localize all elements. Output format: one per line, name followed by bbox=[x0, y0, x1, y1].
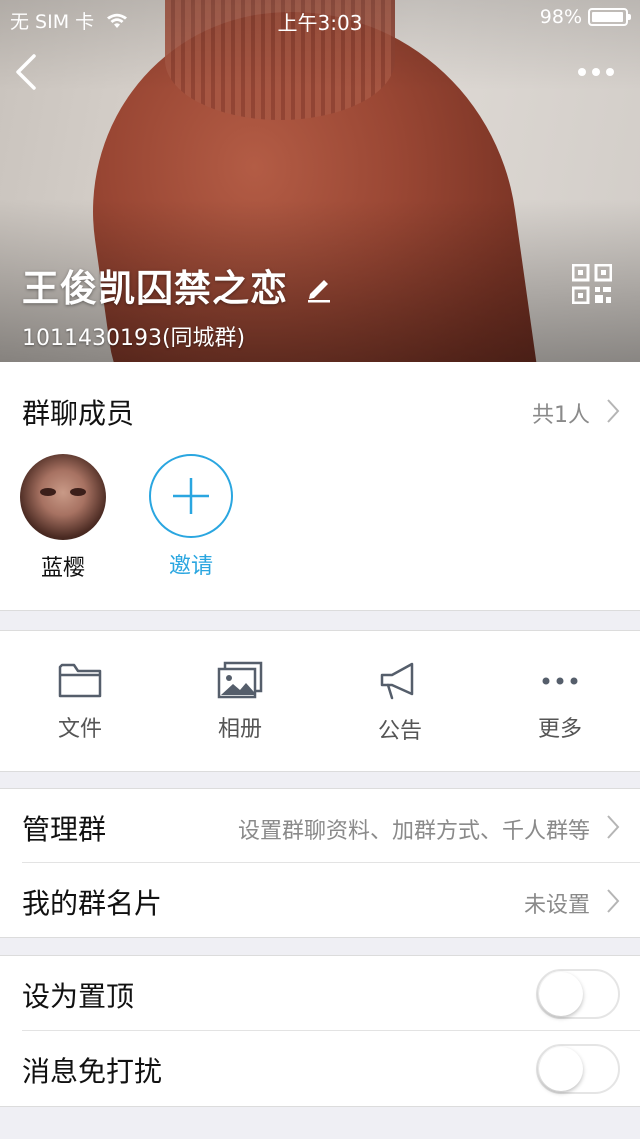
settings-group-1: 管理群 设置群聊资料、加群方式、千人群等 我的群名片 未设置 bbox=[0, 788, 640, 938]
status-bar: 无 SIM 卡 上午3:03 98% bbox=[0, 0, 640, 36]
pencil-icon bbox=[308, 280, 330, 303]
battery-percent: 98% bbox=[539, 6, 582, 28]
tool-label: 文件 bbox=[57, 717, 102, 742]
pin-label: 设为置顶 bbox=[22, 980, 135, 1013]
qr-code-button[interactable] bbox=[571, 263, 613, 305]
folder-icon bbox=[58, 663, 102, 698]
qr-code-icon bbox=[571, 263, 613, 305]
members-count: 共1人 bbox=[532, 403, 590, 428]
tool-more[interactable]: 更多 bbox=[500, 661, 620, 743]
status-bar-right: 98% bbox=[539, 6, 631, 28]
manage-group-label: 管理群 bbox=[22, 813, 107, 846]
members-label: 群聊成员 bbox=[22, 397, 135, 430]
megaphone-icon bbox=[380, 662, 414, 700]
tool-label: 公告 bbox=[377, 719, 422, 744]
member-name: 蓝樱 bbox=[40, 556, 85, 581]
pin-toggle[interactable] bbox=[536, 969, 620, 1019]
toggle-knob bbox=[539, 972, 583, 1016]
avatar bbox=[20, 454, 106, 540]
chevron-left-icon bbox=[16, 54, 36, 90]
tool-files[interactable]: 文件 bbox=[20, 661, 140, 743]
mute-row: 消息免打扰 bbox=[0, 1031, 640, 1106]
member-item[interactable]: 蓝樱 bbox=[18, 454, 108, 582]
group-name: 王俊凯囚禁之恋 bbox=[22, 267, 288, 310]
battery-icon bbox=[588, 8, 631, 26]
chevron-right-icon bbox=[607, 399, 620, 423]
mute-toggle[interactable] bbox=[536, 1044, 620, 1094]
edit-name-button[interactable] bbox=[304, 270, 334, 304]
group-tools-section: 文件 相册 公告 更多 bbox=[0, 630, 640, 772]
members-section: 群聊成员 共1人 蓝樱 邀请 bbox=[0, 362, 640, 611]
group-id: 1011430193(同城群) bbox=[22, 326, 246, 351]
ellipsis-icon bbox=[578, 68, 614, 76]
album-icon bbox=[217, 661, 263, 699]
invite-plus-icon bbox=[149, 454, 233, 538]
chevron-right-icon bbox=[607, 815, 620, 839]
toggle-knob bbox=[539, 1047, 583, 1091]
group-card-label: 我的群名片 bbox=[22, 887, 163, 920]
pin-row: 设为置顶 bbox=[0, 956, 640, 1030]
more-icon bbox=[542, 677, 578, 685]
manage-group-row[interactable]: 管理群 设置群聊资料、加群方式、千人群等 bbox=[0, 789, 640, 862]
invite-member-button[interactable]: 邀请 bbox=[146, 454, 236, 580]
tool-announcement[interactable]: 公告 bbox=[340, 661, 460, 745]
back-button[interactable] bbox=[10, 48, 50, 96]
tool-label: 相册 bbox=[217, 717, 262, 742]
tool-label: 更多 bbox=[537, 717, 582, 742]
settings-group-2: 设为置顶 消息免打扰 bbox=[0, 955, 640, 1107]
invite-label: 邀请 bbox=[168, 554, 213, 579]
group-card-row[interactable]: 我的群名片 未设置 bbox=[0, 863, 640, 937]
chevron-right-icon bbox=[607, 889, 620, 913]
more-options-button[interactable] bbox=[570, 55, 624, 89]
tool-album[interactable]: 相册 bbox=[180, 661, 300, 743]
group-card-value: 未设置 bbox=[523, 893, 590, 918]
manage-group-value: 设置群聊资料、加群方式、千人群等 bbox=[237, 819, 590, 844]
mute-label: 消息免打扰 bbox=[22, 1055, 163, 1088]
